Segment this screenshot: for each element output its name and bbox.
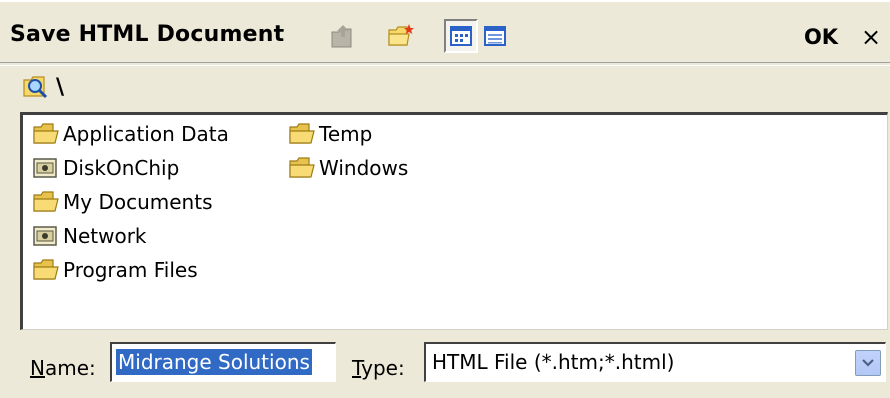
- folder-icon: [33, 123, 59, 144]
- type-select[interactable]: HTML File (*.htm;*.html): [424, 342, 886, 382]
- storage-folder-icon: [33, 226, 57, 246]
- up-folder-icon: [331, 25, 352, 48]
- close-button[interactable]: ×: [856, 20, 886, 54]
- new-folder-icon: [388, 24, 414, 46]
- type-label: Type:: [352, 356, 405, 380]
- title-bar: Save HTML Document OK ×: [0, 12, 890, 64]
- path-bar: \: [22, 72, 64, 102]
- storage-folder-icon: [33, 158, 57, 178]
- save-dialog: Save HTML Document OK × \ Application Da…: [0, 0, 890, 398]
- list-item[interactable]: Network: [33, 221, 147, 251]
- folder-icon: [33, 191, 59, 212]
- list-item[interactable]: Temp: [289, 119, 372, 149]
- folder-icon: [289, 157, 315, 178]
- chevron-down-icon: [862, 359, 874, 367]
- name-field-value: Midrange Solutions: [115, 348, 313, 376]
- list-item-label: Temp: [319, 122, 373, 146]
- list-item[interactable]: DiskOnChip: [33, 153, 179, 183]
- list-item-label: My Documents: [63, 190, 213, 214]
- list-item-label: DiskOnChip: [63, 156, 180, 180]
- current-path: \: [56, 74, 65, 100]
- name-label-accel: N: [30, 356, 45, 380]
- file-list[interactable]: Application Data DiskOnChip My Documents: [20, 112, 888, 330]
- up-folder-button[interactable]: [326, 19, 360, 53]
- list-item-label: Application Data: [63, 122, 229, 146]
- folder-icon: [33, 259, 59, 280]
- dialog-title: Save HTML Document: [10, 22, 285, 47]
- list-item[interactable]: Program Files: [33, 255, 198, 285]
- list-item[interactable]: Windows: [289, 153, 408, 183]
- ok-button[interactable]: OK: [800, 20, 842, 54]
- list-item-label: Program Files: [63, 258, 198, 282]
- name-label-rest: ame:: [44, 356, 96, 380]
- folder-icon: [289, 123, 315, 144]
- details-view-icon: [484, 26, 506, 46]
- details-view-button[interactable]: [478, 19, 512, 53]
- list-item-label: Windows: [319, 156, 409, 180]
- list-item[interactable]: Application Data: [33, 119, 229, 149]
- type-label-rest: ype:: [361, 356, 405, 380]
- title-separator: [0, 62, 890, 66]
- list-item[interactable]: My Documents: [33, 187, 212, 217]
- type-dropdown-button[interactable]: [855, 350, 881, 376]
- new-folder-button[interactable]: [384, 19, 418, 53]
- list-view-icon: [450, 26, 472, 46]
- name-field[interactable]: Midrange Solutions: [110, 342, 336, 382]
- list-view-button[interactable]: [444, 19, 478, 53]
- search-folder-icon: [23, 76, 48, 99]
- type-label-accel: T: [352, 356, 362, 380]
- type-select-value: HTML File (*.htm;*.html): [432, 350, 675, 374]
- name-label: Name:: [30, 356, 96, 380]
- list-item-label: Network: [63, 224, 147, 248]
- save-form: Name: Midrange Solutions Type: HTML File…: [0, 340, 890, 396]
